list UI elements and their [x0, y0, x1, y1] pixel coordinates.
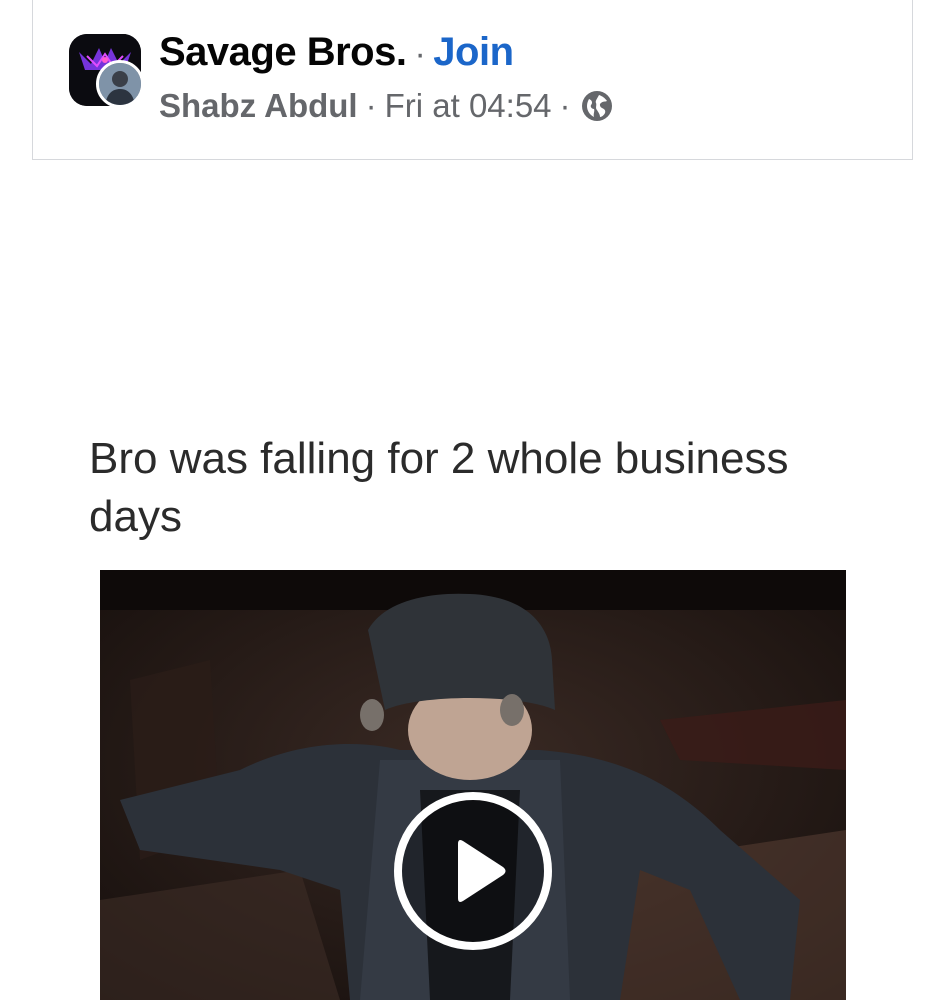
group-name-link[interactable]: Savage Bros. [159, 30, 407, 74]
post-timestamp[interactable]: Fri at 04:54 [385, 86, 552, 126]
post-header: Savage Bros. · Join Shabz Abdul · Fri at 0… [32, 0, 913, 160]
separator-dot: · [414, 35, 426, 73]
author-avatar[interactable] [96, 60, 144, 108]
video-player[interactable] [100, 570, 846, 1000]
play-button[interactable] [394, 792, 552, 950]
separator-dot: · [365, 87, 377, 124]
play-icon [458, 840, 506, 902]
author-photo [99, 63, 141, 105]
post-title-line: Savage Bros. · Join [159, 28, 514, 78]
join-button[interactable]: Join [433, 30, 514, 74]
post-caption: Bro was falling for 2 whole business day… [89, 434, 789, 541]
post-page: Savage Bros. · Join Shabz Abdul · Fri at 0… [0, 0, 942, 1000]
author-name-link[interactable]: Shabz Abdul [159, 86, 358, 126]
globe-icon[interactable] [581, 90, 613, 122]
separator-dot: · [559, 87, 571, 124]
post-meta-line: Shabz Abdul · Fri at 04:54 · [159, 86, 613, 126]
